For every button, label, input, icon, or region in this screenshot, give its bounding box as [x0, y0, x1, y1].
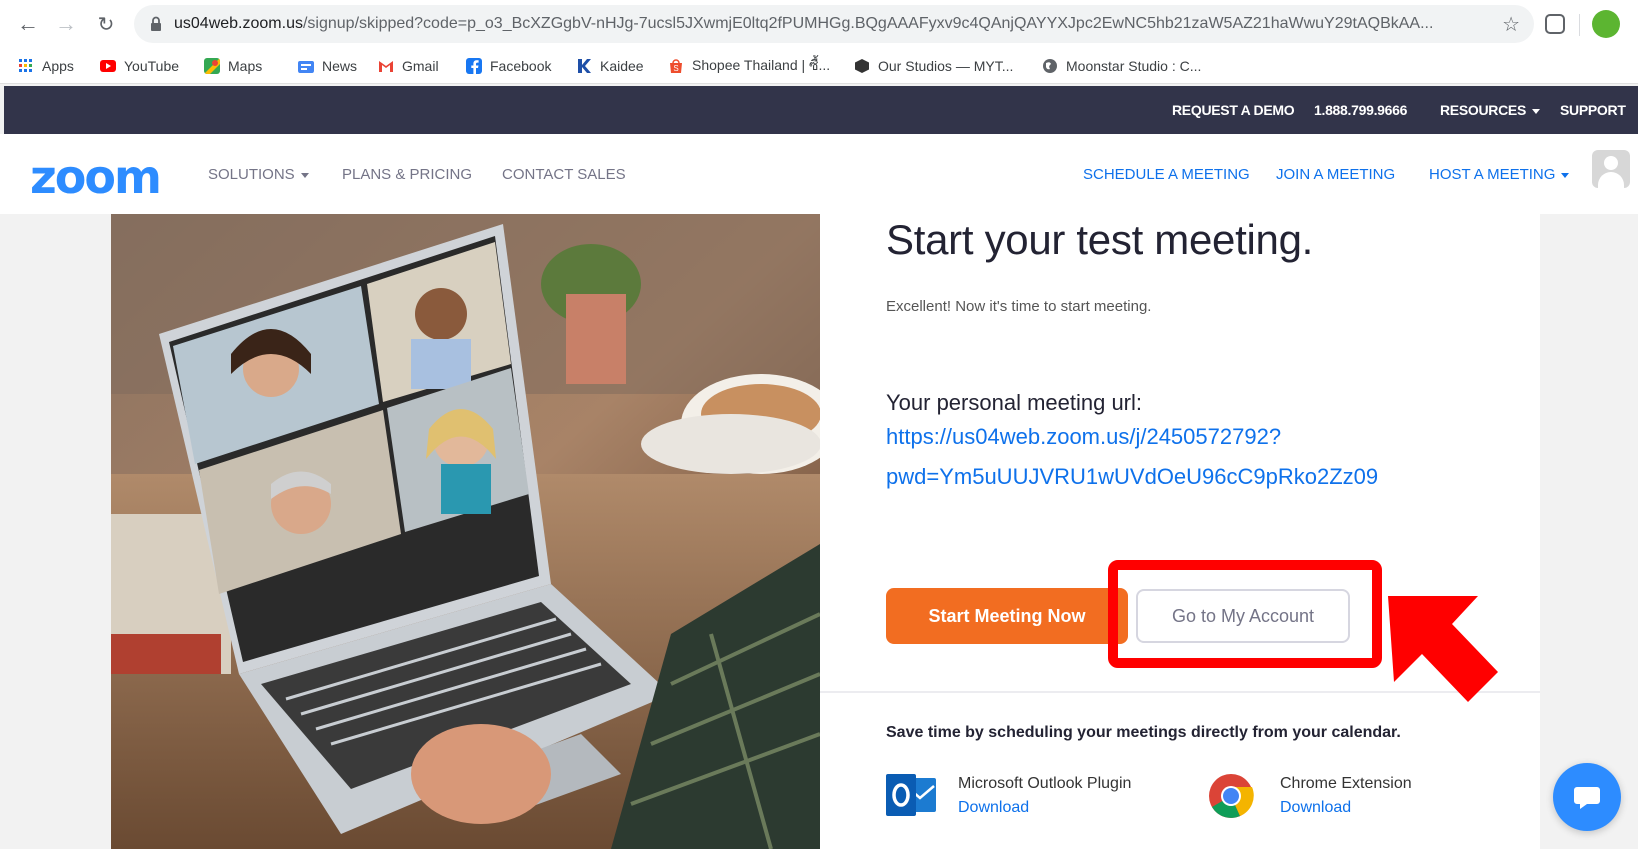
personal-url-label: Your personal meeting url: — [886, 390, 1143, 415]
schedule-meeting-link[interactable]: SCHEDULE A MEETING — [1083, 166, 1250, 183]
back-arrow-icon[interactable]: ← — [14, 10, 42, 38]
bookmark-kaidee[interactable]: Kaidee — [576, 56, 644, 76]
chevron-down-icon — [1561, 172, 1570, 178]
url-text[interactable]: us04web.zoom.us/signup/skipped?code=p_o3… — [174, 15, 1514, 33]
bookmark-label: Maps — [228, 58, 263, 74]
box-icon — [855, 59, 869, 73]
bookmark-label: Moonstar Studio : C... — [1066, 58, 1202, 74]
chrome-extension-title: Chrome Extension — [1280, 775, 1412, 792]
bookmark-gmail[interactable]: Gmail — [378, 56, 439, 76]
forward-arrow-icon[interactable]: → — [52, 10, 80, 38]
bookmark-shopee[interactable]: S Shopee Thailand | ซื้... — [668, 56, 830, 76]
bookmark-label: Our Studios — MYT... — [878, 58, 1014, 74]
youtube-icon — [100, 60, 116, 72]
outlook-icon — [886, 774, 936, 816]
request-demo-link[interactable]: REQUEST A DEMO — [1172, 102, 1295, 118]
avatar-body-shape — [1598, 172, 1624, 188]
chevron-down-icon — [300, 172, 309, 178]
chat-button[interactable] — [1553, 763, 1621, 831]
avatar-head-shape — [1604, 156, 1618, 170]
shopee-icon: S — [670, 59, 682, 73]
lock-icon — [151, 16, 161, 31]
plans-pricing-link[interactable]: PLANS & PRICING — [342, 166, 472, 183]
facebook-icon — [466, 58, 482, 74]
outlook-plugin-title: Microsoft Outlook Plugin — [958, 775, 1132, 792]
outlook-download-link[interactable]: Download — [958, 799, 1029, 817]
bookmark-moonstar[interactable]: Moonstar Studio : C... — [1042, 56, 1201, 76]
personal-meeting-url-line1[interactable]: https://us04web.zoom.us/j/2450572792? — [886, 424, 1281, 450]
bookmark-label: News — [322, 58, 358, 74]
resources-menu[interactable]: RESOURCES — [1440, 102, 1540, 118]
hero-image — [111, 214, 820, 849]
zoom-logo[interactable]: zoom — [30, 150, 162, 204]
extension-icon[interactable] — [1545, 14, 1565, 34]
solutions-label: SOLUTIONS — [208, 166, 295, 183]
chevron-down-icon — [1531, 108, 1540, 114]
profile-avatar[interactable] — [1592, 10, 1620, 38]
chrome-download-link[interactable]: Download — [1280, 799, 1351, 817]
apps-grid-icon — [19, 59, 32, 72]
solutions-menu[interactable]: SOLUTIONS — [208, 166, 309, 183]
gmail-icon — [379, 61, 393, 72]
phone-number-link[interactable]: 1.888.799.9666 — [1314, 102, 1407, 118]
browser-toolbar: ← → ↻ us04web.zoom.us/signup/skipped?cod… — [0, 0, 1638, 48]
resources-label: RESOURCES — [1440, 102, 1526, 118]
kaidee-icon — [578, 59, 591, 73]
host-meeting-label: HOST A MEETING — [1429, 166, 1556, 183]
page-title: Start your test meeting. — [886, 216, 1313, 263]
user-avatar[interactable] — [1592, 150, 1630, 188]
bookmark-facebook[interactable]: Facebook — [466, 56, 551, 76]
bookmark-label: Facebook — [490, 58, 552, 74]
test-meeting-panel: Start your test meeting. Excellent! Now … — [820, 214, 1540, 849]
bookmark-news[interactable]: News — [298, 56, 357, 76]
support-link[interactable]: SUPPORT — [1560, 102, 1626, 118]
bookmark-label: Shopee Thailand | ซื้... — [692, 57, 831, 73]
bookmark-label: YouTube — [124, 58, 180, 74]
url-host: us04web.zoom.us — [174, 15, 303, 32]
page-subtitle: Excellent! Now it's time to start meetin… — [886, 298, 1152, 315]
calendar-note: Save time by scheduling your meetings di… — [886, 724, 1401, 741]
laptop-video-call-illustration — [111, 214, 820, 849]
bookmark-star-icon[interactable]: ☆ — [1502, 12, 1520, 37]
bookmark-apps[interactable]: Apps — [18, 56, 74, 76]
contact-sales-link[interactable]: CONTACT SALES — [502, 166, 626, 183]
bookmark-label: Kaidee — [600, 58, 644, 74]
news-icon — [298, 61, 314, 73]
chat-bubble-icon — [1574, 787, 1600, 809]
highlight-box — [1108, 560, 1382, 668]
bookmark-youtube[interactable]: YouTube — [100, 56, 179, 76]
maps-icon — [204, 58, 220, 74]
host-meeting-menu[interactable]: HOST A MEETING — [1429, 166, 1570, 183]
red-arrow-annotation — [1388, 596, 1498, 702]
address-bar[interactable]: us04web.zoom.us/signup/skipped?code=p_o3… — [134, 5, 1534, 43]
chrome-icon — [1209, 774, 1254, 818]
bookmark-our-studios[interactable]: Our Studios — MYT... — [854, 56, 1013, 76]
start-meeting-button[interactable]: Start Meeting Now — [886, 588, 1128, 644]
personal-meeting-url-line2[interactable]: pwd=Ym5uUUJVRU1wUVdOeU96cC9pRko2Zz09 — [886, 464, 1378, 490]
bookmark-label: Gmail — [402, 58, 439, 74]
bookmark-label: Apps — [42, 58, 74, 74]
bookmarks-bar: Apps YouTube Maps News Gmail Facebook Ka… — [0, 48, 1638, 84]
zoom-top-bar: REQUEST A DEMO 1.888.799.9666 RESOURCES … — [4, 86, 1638, 134]
zoom-nav-bar: zoom SOLUTIONS PLANS & PRICING CONTACT S… — [0, 134, 1638, 214]
toolbar-divider — [1579, 14, 1580, 36]
svg-text:S: S — [673, 64, 678, 73]
join-meeting-link[interactable]: JOIN A MEETING — [1276, 166, 1395, 183]
reload-icon[interactable]: ↻ — [92, 10, 120, 38]
bookmark-maps[interactable]: Maps — [204, 56, 262, 76]
url-path: /signup/skipped?code=p_o3_BcXZGgbV-nHJg-… — [302, 15, 1434, 32]
globe-icon — [1043, 59, 1057, 73]
